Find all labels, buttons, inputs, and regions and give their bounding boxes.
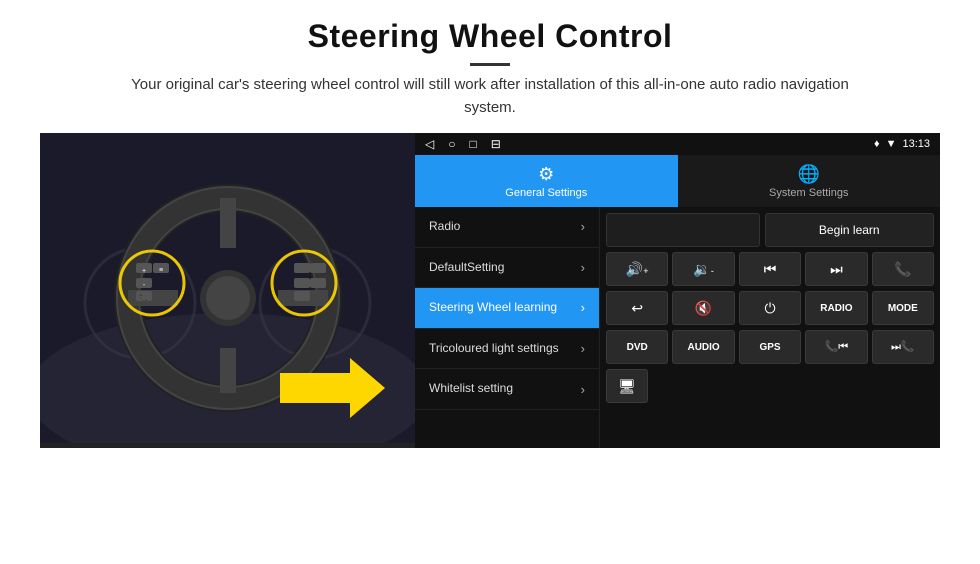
subtitle: Your original car's steering wheel contr… [110,74,870,119]
tab-bar: ⚙ General Settings 🌐 System Settings [415,155,940,207]
status-bar-left: ◁ ○ □ ⊟ [425,137,501,151]
wifi-icon: ▼ [886,138,897,150]
gps-label: GPS [759,342,780,353]
learn-input-field[interactable] [606,213,760,247]
vol-up-button[interactable]: 🔊+ [606,252,668,286]
home-nav-icon[interactable]: ○ [448,137,455,151]
mute-icon: 🔇 [695,300,712,317]
vol-up-icon: 🔊+ [626,261,649,278]
call-prev-icon: 📞⏮ [825,340,849,354]
dvd-label: DVD [627,342,648,353]
power-icon: ⏻ [764,300,775,317]
menu-item-default-setting[interactable]: DefaultSetting › [415,248,599,289]
page-title: Steering Wheel Control [40,18,940,55]
menu-item-steering-wheel[interactable]: Steering Wheel learning › [415,288,599,329]
audio-label: AUDIO [687,342,719,353]
control-row-1: Begin learn [606,213,934,247]
title-section: Steering Wheel Control Your original car… [40,18,940,119]
svg-text:≡: ≡ [159,267,163,274]
vol-down-icon: 🔉- [693,261,713,278]
prev-button[interactable]: ⏮ [739,252,801,286]
chevron-icon: › [581,260,585,275]
back-nav-icon[interactable]: ◁ [425,137,434,151]
svg-text:📞: 📞 [139,292,149,302]
dvd-button[interactable]: DVD [606,330,668,364]
call-icon: 📞 [894,261,911,278]
title-divider [470,63,510,66]
call-next-button[interactable]: ⏭📞 [872,330,934,364]
system-settings-icon: 🌐 [798,164,820,185]
button-row-4: DVD AUDIO GPS 📞⏮ ⏭📞 [606,330,934,364]
panel-main: Radio › DefaultSetting › Steering Wheel … [415,207,940,448]
chevron-icon: › [581,382,585,397]
ui-panel: ◁ ○ □ ⊟ ♦ ▼ 13:13 ⚙ General Settings [415,133,940,448]
chevron-icon: › [581,341,585,356]
car-image-svg: + - 📞 ≡ [40,133,415,443]
status-bar: ◁ ○ □ ⊟ ♦ ▼ 13:13 [415,133,940,155]
screen-icon: 🖥 [618,378,636,395]
call-prev-button[interactable]: 📞⏮ [805,330,867,364]
menu-nav-icon[interactable]: ⊟ [491,137,501,151]
radio-button[interactable]: RADIO [805,291,867,325]
button-row-2: 🔊+ 🔉- ⏮ ⏭ 📞 [606,252,934,286]
content-area: + - 📞 ≡ [40,133,940,448]
menu-item-tricoloured[interactable]: Tricoloured light settings › [415,329,599,370]
chevron-icon: › [581,300,585,315]
tab-system-label: System Settings [769,187,848,199]
power-button[interactable]: ⏻ [739,291,801,325]
tab-system-settings[interactable]: 🌐 System Settings [678,155,941,207]
clock: 13:13 [902,138,930,150]
button-row-3: ↩ 🔇 ⏻ RADIO MODE [606,291,934,325]
mute-button[interactable]: 🔇 [672,291,734,325]
back-icon: ↩ [631,300,643,317]
prev-icon: ⏮ [764,261,777,278]
page-container: Steering Wheel Control Your original car… [0,0,980,458]
menu-item-whitelist[interactable]: Whitelist setting › [415,369,599,410]
gps-button[interactable]: GPS [739,330,801,364]
call-button[interactable]: 📞 [872,252,934,286]
screen-button[interactable]: 🖥 [606,369,648,403]
audio-button[interactable]: AUDIO [672,330,734,364]
recents-nav-icon[interactable]: □ [469,137,476,151]
tab-general-settings[interactable]: ⚙ General Settings [415,155,678,207]
radio-label: RADIO [820,303,852,314]
mode-label: MODE [888,303,918,314]
menu-column: Radio › DefaultSetting › Steering Wheel … [415,207,600,448]
svg-text:+: + [142,268,146,275]
next-icon: ⏭ [830,261,843,278]
chevron-icon: › [581,219,585,234]
begin-learn-button[interactable]: Begin learn [765,213,935,247]
menu-item-radio[interactable]: Radio › [415,207,599,248]
call-next-icon: ⏭📞 [891,340,915,354]
mode-button[interactable]: MODE [872,291,934,325]
tab-general-label: General Settings [505,187,587,199]
back-button[interactable]: ↩ [606,291,668,325]
car-image-area: + - 📞 ≡ [40,133,415,448]
general-settings-icon: ⚙ [538,164,554,185]
status-bar-right: ♦ ▼ 13:13 [874,138,930,150]
next-button[interactable]: ⏭ [805,252,867,286]
button-row-5: 🖥 [606,369,934,403]
control-column: Begin learn 🔊+ 🔉- ⏮ [600,207,940,448]
vol-down-button[interactable]: 🔉- [672,252,734,286]
signal-icon: ♦ [874,138,880,150]
